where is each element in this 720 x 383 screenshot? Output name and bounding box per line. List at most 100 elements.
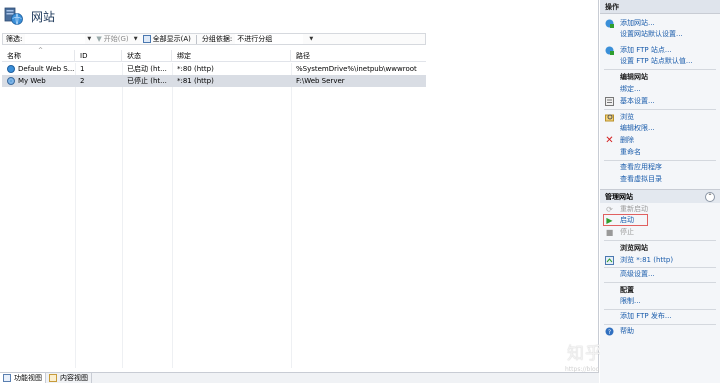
- action-label: 添加网站...: [620, 19, 655, 27]
- group-by-label: 分组依据:: [201, 35, 233, 43]
- restart-icon: ⟳: [606, 205, 613, 214]
- funnel-icon: ▼: [96, 35, 102, 43]
- help-action[interactable]: ? 帮助: [600, 326, 720, 337]
- action-label: 高级设置...: [620, 270, 655, 278]
- show-all-button[interactable]: 全部显示(A): [140, 34, 194, 44]
- content-view-icon: [49, 374, 57, 382]
- divider: [604, 267, 716, 268]
- action-label: 停止: [620, 228, 634, 236]
- divider: [604, 69, 716, 70]
- settings-icon: [605, 97, 614, 106]
- browse-81-action[interactable]: 浏览 *:81 (http): [600, 255, 720, 266]
- action-label: 绑定...: [620, 85, 641, 93]
- svg-text:?: ?: [608, 329, 611, 336]
- rename-action[interactable]: 重命名: [600, 147, 720, 158]
- add-site-icon: [605, 19, 614, 28]
- table-row[interactable]: Default Web S... 1 已启动 (ht... *:80 (http…: [2, 63, 426, 75]
- group-by-select[interactable]: 不进行分组: [235, 34, 304, 44]
- site-name: My Web: [18, 77, 46, 85]
- show-all-label: 全部显示(A): [152, 35, 191, 43]
- column-header-label: 名称: [7, 52, 21, 60]
- stopped-globe-icon: [7, 77, 15, 85]
- filter-toolbar: 筛选: ▼ ▼ 开始(G) ▼ 全部显示(A) 分组依据: 不进行分组 ▼: [2, 33, 426, 45]
- column-divider: [75, 63, 76, 368]
- action-label: 编辑权限...: [620, 124, 655, 132]
- advanced-settings-action[interactable]: 高级设置...: [600, 269, 720, 280]
- column-header-id[interactable]: ID: [75, 50, 122, 62]
- divider: [604, 240, 716, 241]
- site-name-cell: My Web: [2, 75, 75, 87]
- divider: [604, 109, 716, 110]
- action-label: 帮助: [620, 327, 634, 335]
- tab-content-view[interactable]: 内容视图: [46, 373, 92, 383]
- remove-action[interactable]: ✕ 删除: [600, 135, 720, 146]
- table-row[interactable]: My Web 2 已停止 (ht... *:81 (http) F:\Web S…: [2, 75, 426, 87]
- actions-pane: 操作 添加网站... 设置网站默认设置... 添加 FTP 站点... 设置 F…: [600, 0, 720, 383]
- column-divider: [122, 63, 123, 368]
- site-name: Default Web S...: [18, 65, 75, 73]
- globe-icon: [7, 65, 15, 73]
- show-all-icon: [142, 35, 151, 43]
- sites-pane: 网站 筛选: ▼ ▼ 开始(G) ▼ 全部显示(A) 分组依据: 不进行分组 ▼: [0, 0, 680, 383]
- group-by-dropdown-icon[interactable]: ▼: [307, 36, 315, 42]
- start-filter-button[interactable]: ▼ 开始(G): [93, 34, 131, 44]
- stop-action[interactable]: ■ 停止: [600, 227, 720, 238]
- add-ftp-action[interactable]: 添加 FTP 站点...: [600, 45, 720, 56]
- filter-label: 筛选:: [6, 35, 23, 43]
- action-label: 浏览: [620, 113, 634, 121]
- manage-site-section[interactable]: 管理网站 ⌃: [600, 189, 720, 203]
- column-divider: [291, 63, 292, 368]
- add-ftp-publish-action[interactable]: 添加 FTP 发布...: [600, 311, 720, 322]
- section-heading: 浏览网站: [620, 244, 648, 252]
- grid-header: ^ 名称 ID 状态 绑定 路径: [2, 47, 426, 62]
- site-binding: *:80 (http): [177, 65, 214, 73]
- browse-icon: [605, 256, 614, 265]
- action-label: 限制...: [620, 297, 641, 305]
- divider: [604, 309, 716, 310]
- view-tabs: 功能视图 内容视图: [0, 372, 599, 383]
- column-header-status[interactable]: 状态: [122, 50, 172, 62]
- explore-action[interactable]: 浏览: [600, 112, 720, 123]
- site-status: 已启动 (ht...: [127, 65, 167, 73]
- column-divider: [172, 63, 173, 368]
- divider: [604, 160, 716, 161]
- page-header: 网站: [0, 0, 599, 32]
- actions-header: 操作: [600, 0, 720, 14]
- start-filter-label: 开始(G): [103, 35, 129, 43]
- ftp-defaults-action[interactable]: 设置 FTP 站点默认值...: [600, 56, 720, 67]
- bindings-action[interactable]: 绑定...: [600, 84, 720, 95]
- start-highlight-box: [603, 214, 648, 226]
- filter-input[interactable]: [25, 34, 86, 44]
- explore-icon: [605, 113, 614, 122]
- toolbar-separator: [195, 34, 197, 44]
- sort-up-icon: ^: [38, 47, 44, 54]
- column-header-label: 状态: [127, 52, 141, 60]
- filter-dropdown-icon[interactable]: ▼: [85, 36, 93, 42]
- action-label: 添加 FTP 站点...: [620, 46, 672, 54]
- action-label: 删除: [620, 136, 634, 144]
- column-header-binding[interactable]: 绑定: [172, 50, 291, 62]
- view-virtual-directories-action[interactable]: 查看虚拟目录: [600, 174, 720, 185]
- action-label: 基本设置...: [620, 97, 655, 105]
- tab-features-view[interactable]: 功能视图: [0, 373, 46, 383]
- action-label: 查看应用程序: [620, 163, 662, 171]
- edit-permissions-action[interactable]: 编辑权限...: [600, 123, 720, 134]
- action-label: 设置网站默认设置...: [620, 30, 683, 38]
- collapse-icon[interactable]: ⌃: [705, 191, 715, 202]
- browse-site-heading: 浏览网站: [600, 243, 720, 254]
- view-applications-action[interactable]: 查看应用程序: [600, 162, 720, 173]
- features-view-icon: [3, 374, 11, 382]
- limits-action[interactable]: 限制...: [600, 296, 720, 307]
- tab-label: 内容视图: [60, 374, 88, 382]
- site-defaults-action[interactable]: 设置网站默认设置...: [600, 29, 720, 40]
- section-heading: 管理网站: [605, 192, 633, 201]
- action-label: 查看虚拟目录: [620, 175, 662, 183]
- site-id: 1: [80, 65, 85, 73]
- basic-settings-action[interactable]: 基本设置...: [600, 96, 720, 107]
- section-heading: 配置: [620, 286, 634, 294]
- sites-grid: Default Web S... 1 已启动 (ht... *:80 (http…: [2, 63, 426, 368]
- start-dropdown-icon[interactable]: ▼: [132, 36, 140, 42]
- column-header-name[interactable]: ^ 名称: [2, 47, 75, 62]
- add-site-action[interactable]: 添加网站...: [600, 18, 720, 29]
- column-header-path[interactable]: 路径: [291, 50, 426, 62]
